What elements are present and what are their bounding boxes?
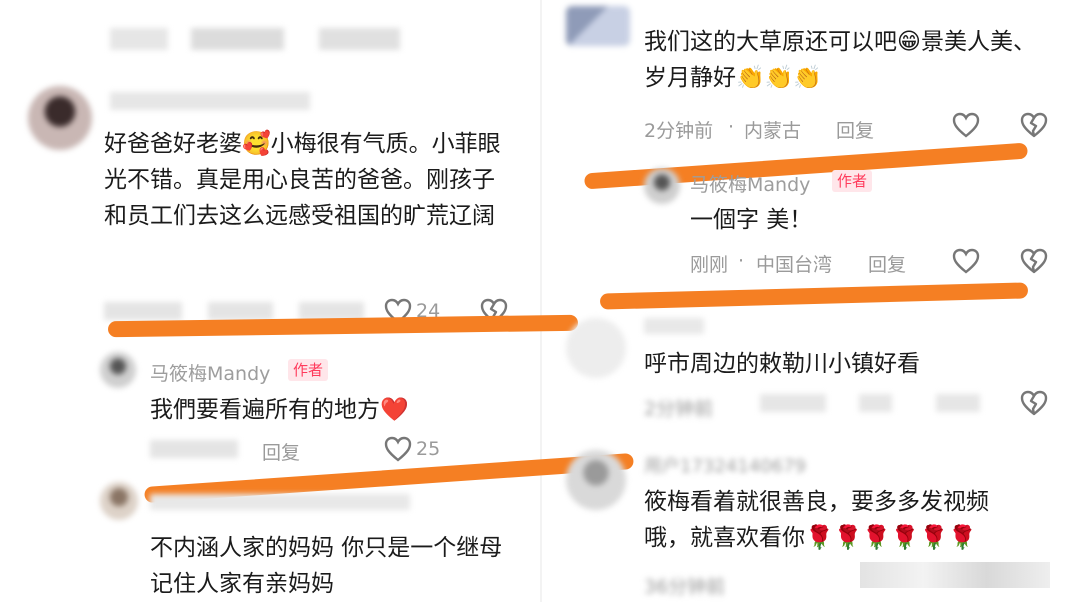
heart-icon[interactable] [952,112,980,138]
like-count: 25 [416,438,441,460]
avatar[interactable] [28,86,92,150]
column-divider [540,0,542,602]
reply-text: 一個字 美！ [690,207,813,233]
comment-text: 筱梅看着就很善良，要多多发视频哦，就喜欢看你🌹🌹🌹🌹🌹🌹 [644,489,989,551]
comment-time: 36分钟前 [644,576,726,598]
avatar[interactable] [566,450,626,510]
reply-time: 刚刚 [690,254,729,276]
top-blurred-text [110,28,400,50]
comment-time: 2分钟前 [644,120,714,142]
reply-time-blurred [150,440,238,458]
author-name[interactable]: 马筱梅Mandy [150,359,270,386]
author-badge: 作者 [832,170,873,192]
meta-separator: · [738,250,745,272]
comment-time: 2分钟前 [644,398,714,420]
author-name[interactable]: 马筱梅Mandy [690,170,810,197]
username-blurred[interactable] [110,92,310,110]
reply-button[interactable]: 回复 [868,250,906,277]
username-blurred[interactable] [644,318,704,334]
reply-location: 中国台湾 [756,254,833,276]
username-blurred[interactable] [150,494,410,510]
author-badge: 作者 [288,359,329,381]
reply-text: 我們要看遍所有的地方❤️ [150,397,409,423]
avatar[interactable] [644,168,680,204]
comment-text: 好爸爸好老婆🥰小梅很有气质。小菲眼光不错。真是用心良苦的爸爸。刚孩子和员工们去这… [104,131,501,229]
comment-location: 内蒙古 [744,120,802,142]
comment-text: 不内涵人家的妈妈 你只是一个继母 记住人家有亲妈妈 [150,535,503,597]
heart-icon[interactable] [384,436,412,462]
meta-blurred [760,394,980,412]
avatar[interactable] [566,318,626,378]
avatar[interactable] [100,352,136,388]
broken-heart-icon[interactable] [1020,390,1048,416]
broken-heart-icon[interactable] [1020,112,1048,138]
comment-text: 呼市周边的敕勒川小镇好看 [644,351,920,377]
avatar[interactable] [566,6,630,46]
comment-text: 我们这的大草原还可以吧😁景美人美、岁月静好👏👏👏 [644,29,1036,91]
meta-separator: · [728,116,735,138]
heart-icon[interactable] [952,248,980,274]
username[interactable]: 用户1732414067​9 [644,452,806,478]
watermark [860,562,1050,588]
annotation-stroke [599,282,1029,310]
reply-button[interactable]: 回复 [836,116,874,143]
reply-button[interactable]: 回复 [262,438,300,465]
broken-heart-icon[interactable] [1020,248,1048,274]
avatar[interactable] [100,482,138,520]
